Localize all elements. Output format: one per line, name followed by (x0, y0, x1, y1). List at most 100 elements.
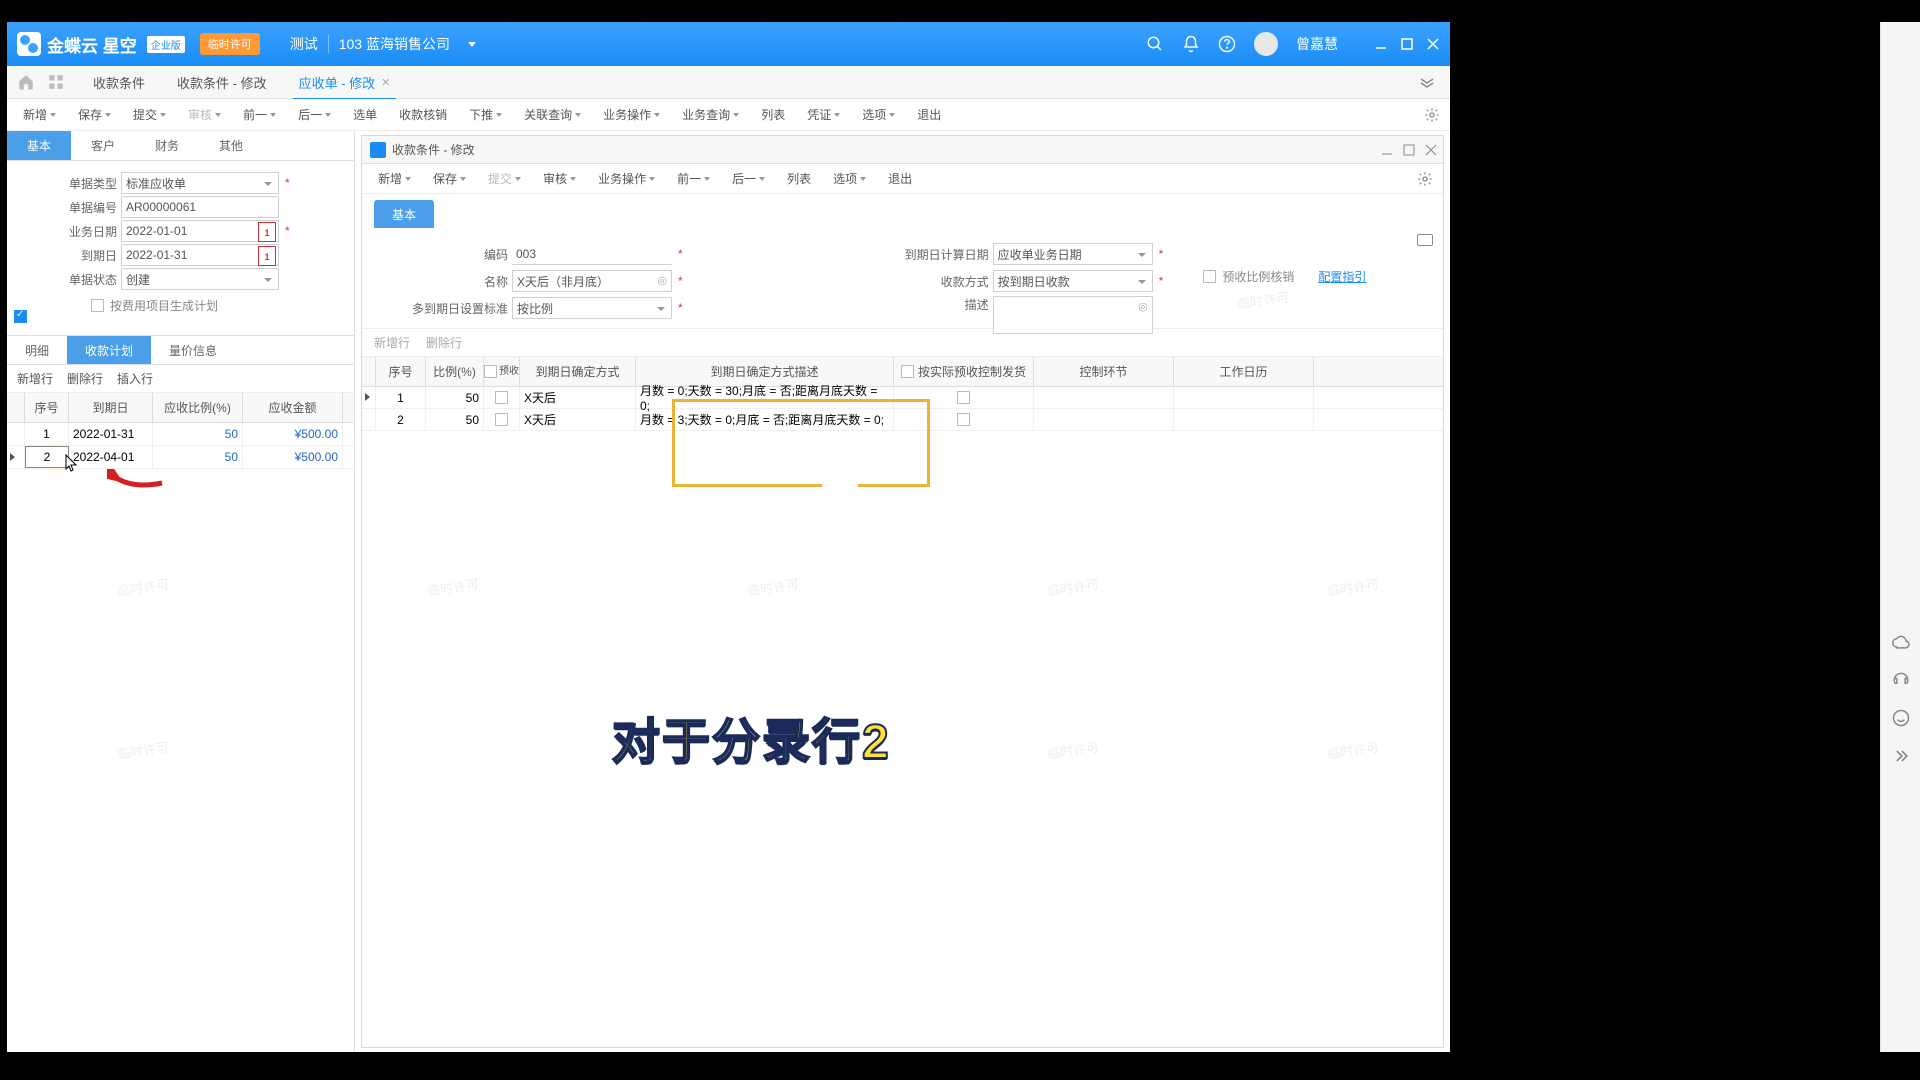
search-icon[interactable] (1146, 35, 1164, 53)
left-grid-row-2[interactable]: 2 2022-04-01 50 ¥500.00 (7, 446, 354, 469)
ptbtn-exit[interactable]: 退出 (880, 166, 920, 191)
ptbtn-save[interactable]: 保存 (425, 166, 474, 191)
chk-head-ctrl[interactable] (901, 365, 914, 378)
rgh-pre[interactable]: 预收 (484, 357, 520, 386)
right-grid-row-2[interactable]: 2 50 X天后 月数 = 3;天数 = 0;月底 = 否;距离月底天数 = 0… (362, 409, 1443, 431)
tbtn-related[interactable]: 关联查询 (516, 102, 589, 127)
tbtn-select[interactable]: 选单 (345, 102, 385, 127)
help-icon[interactable] (1218, 35, 1236, 53)
tbtn-voucher[interactable]: 凭证 (799, 102, 848, 127)
chk-right-unknown[interactable] (14, 310, 27, 323)
tbtn-next[interactable]: 后一 (290, 102, 339, 127)
tabbar-collapse-icon[interactable] (1418, 76, 1436, 88)
pinput-code[interactable]: 003 (512, 243, 672, 265)
chk-r1-ctrl[interactable] (957, 391, 970, 404)
panel-gear-icon[interactable] (1417, 171, 1433, 187)
close-icon[interactable] (1426, 37, 1440, 51)
lgh-seq[interactable]: 序号 (25, 393, 69, 422)
tbtn-new[interactable]: 新增 (15, 102, 64, 127)
tab-payterms[interactable]: 收款条件 (79, 66, 159, 99)
tbtn-bizquery[interactable]: 业务查询 (674, 102, 747, 127)
tbtn-bizop[interactable]: 业务操作 (595, 102, 668, 127)
ptbtn-audit[interactable]: 审核 (535, 166, 584, 191)
input-bizdate[interactable]: 2022-01-01 (121, 220, 279, 242)
chk-r2-ctrl[interactable] (957, 413, 970, 426)
expand-right-icon[interactable] (1891, 746, 1911, 766)
chk-head-pre[interactable] (484, 365, 497, 378)
lgh-amt[interactable]: 应收金额 (243, 393, 343, 422)
org-selector[interactable]: 103 蓝海销售公司 (339, 34, 450, 54)
tbtn-writeoff[interactable]: 收款核销 (391, 102, 455, 127)
subtab-detail[interactable]: 明细 (7, 336, 67, 364)
subtab-payplan[interactable]: 收款计划 (67, 336, 151, 364)
rgh-pct[interactable]: 比例(%) (426, 357, 484, 386)
tbtn-options[interactable]: 选项 (854, 102, 903, 127)
bell-icon[interactable] (1182, 35, 1200, 53)
panel-close-icon[interactable] (1425, 144, 1437, 156)
rowop-del[interactable]: 删除行 (67, 370, 103, 387)
ltab-basic[interactable]: 基本 (7, 131, 71, 160)
pinput-multi[interactable]: 按比例 (512, 297, 672, 319)
ltab-customer[interactable]: 客户 (71, 131, 135, 160)
rgh-cal[interactable]: 工作日历 (1174, 357, 1314, 386)
home-icon[interactable] (17, 73, 35, 91)
tbtn-exit[interactable]: 退出 (909, 102, 949, 127)
input-doctype[interactable]: 标准应收单 (121, 172, 279, 194)
ptbtn-prev[interactable]: 前一 (669, 166, 718, 191)
gear-icon[interactable] (1424, 107, 1440, 123)
headphones-icon[interactable] (1891, 670, 1911, 690)
maximize-icon[interactable] (1400, 37, 1414, 51)
tbtn-submit[interactable]: 提交 (125, 102, 174, 127)
input-docno[interactable]: AR00000061 (121, 196, 279, 218)
lgh-date[interactable]: 到期日 (69, 393, 153, 422)
pinput-method[interactable]: 按到期日收款 (993, 270, 1153, 292)
chk-r2-pre[interactable] (495, 413, 508, 426)
tbtn-audit[interactable]: 审核 (180, 102, 229, 127)
rowop-ins[interactable]: 插入行 (117, 370, 153, 387)
tbtn-push[interactable]: 下推 (461, 102, 510, 127)
tab-close-icon[interactable]: ✕ (381, 76, 390, 89)
smile-icon[interactable] (1891, 708, 1911, 728)
prowop-del[interactable]: 删除行 (426, 334, 462, 351)
panel-minimize-icon[interactable] (1381, 144, 1393, 156)
user-name[interactable]: 曾嘉慧 (1296, 34, 1338, 54)
pinput-name[interactable]: X天后（非月底） (512, 270, 672, 292)
right-grid-row-1[interactable]: 1 50 X天后 月数 = 0;天数 = 30;月底 = 否;距离月底天数 = … (362, 387, 1443, 409)
env-label[interactable]: 测试 (290, 34, 318, 54)
pinput-desc[interactable] (993, 296, 1153, 334)
tbtn-save[interactable]: 保存 (70, 102, 119, 127)
tbtn-prev[interactable]: 前一 (235, 102, 284, 127)
ltab-other[interactable]: 其他 (199, 131, 263, 160)
prowop-add[interactable]: 新增行 (374, 334, 410, 351)
panel-tab-basic[interactable]: 基本 (374, 200, 434, 228)
pinput-calc[interactable]: 应收单业务日期 (993, 243, 1153, 265)
panel-maximize-icon[interactable] (1403, 144, 1415, 156)
ptbtn-options[interactable]: 选项 (825, 166, 874, 191)
ptbtn-list[interactable]: 列表 (779, 166, 819, 191)
input-duedate[interactable]: 2022-01-31 (121, 244, 279, 266)
minimize-icon[interactable] (1374, 37, 1388, 51)
apps-icon[interactable] (47, 73, 65, 91)
chk-r1-pre[interactable] (495, 391, 508, 404)
tab-payterms-edit[interactable]: 收款条件 - 修改 (163, 66, 281, 99)
chk-byfee[interactable] (91, 299, 104, 312)
ptbtn-new[interactable]: 新增 (370, 166, 419, 191)
tab-receivable-edit[interactable]: 应收单 - 修改✕ (285, 66, 405, 99)
rgh-ctrl[interactable]: 按实际预收控制发货 (894, 357, 1034, 386)
rowop-add[interactable]: 新增行 (17, 370, 53, 387)
subtab-qtyprice[interactable]: 量价信息 (151, 336, 235, 364)
lgh-pct[interactable]: 应收比例(%) (153, 393, 243, 422)
input-status[interactable]: 创建 (121, 268, 279, 290)
rgh-way[interactable]: 到期日确定方式 (520, 357, 636, 386)
ltab-finance[interactable]: 财务 (135, 131, 199, 160)
chk-preratio[interactable] (1203, 270, 1216, 283)
ptbtn-next[interactable]: 后一 (724, 166, 773, 191)
ptbtn-submit[interactable]: 提交 (480, 166, 529, 191)
rgh-seq[interactable]: 序号 (376, 357, 426, 386)
chevron-down-icon[interactable] (468, 42, 476, 47)
rgh-link[interactable]: 控制环节 (1034, 357, 1174, 386)
tbtn-list[interactable]: 列表 (753, 102, 793, 127)
ptbtn-bizop[interactable]: 业务操作 (590, 166, 663, 191)
cloud-icon[interactable] (1891, 632, 1911, 652)
avatar[interactable] (1254, 32, 1278, 56)
